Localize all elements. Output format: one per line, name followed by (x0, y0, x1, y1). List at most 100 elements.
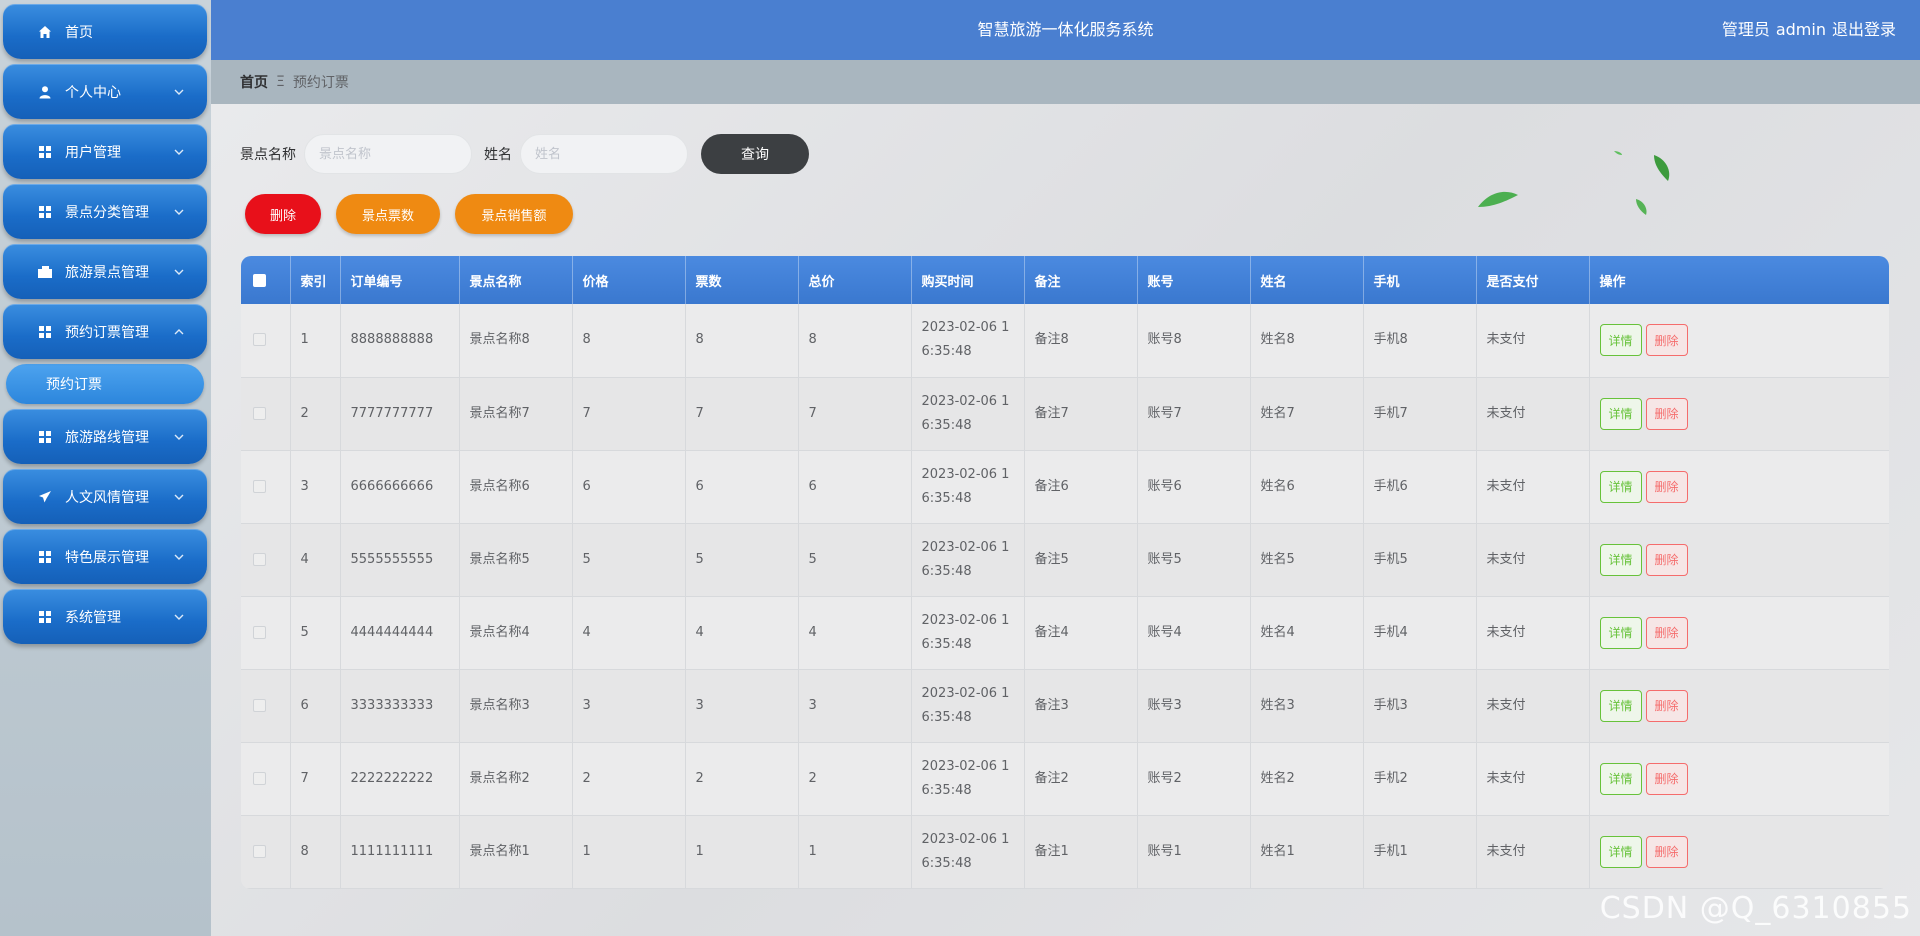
cell-note: 备注5 (1024, 523, 1138, 597)
cell-paid: 未支付 (1476, 596, 1590, 670)
cell-person: 姓名6 (1250, 450, 1364, 524)
row-delete-button[interactable]: 删除 (1645, 689, 1688, 722)
row-select-cell[interactable] (241, 450, 291, 524)
row-delete-button[interactable]: 删除 (1645, 470, 1688, 503)
sidebar-item-label: 用户管理 (65, 144, 121, 161)
row-checkbox[interactable] (253, 406, 266, 420)
sidebar-item-1[interactable]: 个人中心 (3, 64, 207, 119)
row-delete-button[interactable]: 删除 (1645, 397, 1688, 430)
purchase-time: 6:35:48 (921, 782, 972, 798)
row-delete-button[interactable]: 删除 (1645, 616, 1688, 649)
detail-button[interactable]: 详情 (1599, 835, 1642, 868)
row-delete-button[interactable]: 删除 (1645, 762, 1688, 795)
row-delete-button[interactable]: 删除 (1645, 835, 1688, 868)
cell-note: 备注2 (1024, 742, 1138, 816)
row-checkbox[interactable] (253, 552, 266, 566)
query-button[interactable]: 查询 (701, 134, 809, 174)
row-checkbox[interactable] (253, 698, 266, 712)
purchase-time: 6:35:48 (921, 344, 972, 360)
detail-button[interactable]: 详情 (1599, 324, 1642, 357)
detail-button[interactable]: 详情 (1599, 397, 1642, 430)
cell-purchase-time: 2023-02-06 1 6:35:48 (911, 523, 1025, 597)
person-name-input[interactable] (520, 134, 688, 174)
row-select-cell[interactable] (241, 523, 291, 597)
grid-icon (37, 609, 53, 625)
row-actions: 详情 删除 (1589, 742, 1889, 816)
row-checkbox[interactable] (253, 479, 266, 493)
sidebar-item-4[interactable]: 旅游景点管理 (3, 244, 207, 299)
row-select-cell[interactable] (241, 815, 291, 889)
cell-idx: 1 (290, 304, 341, 378)
row-checkbox[interactable] (253, 333, 266, 347)
row-delete-button[interactable]: 删除 (1645, 543, 1688, 576)
sidebar-item-7[interactable]: 人文风情管理 (3, 469, 207, 524)
sidebar-item-0[interactable]: 首页 (3, 4, 207, 59)
cell-purchase-time: 2023-02-06 1 6:35:48 (911, 815, 1025, 889)
select-all-cell[interactable] (241, 256, 291, 304)
cell-count: 4 (685, 596, 799, 670)
chevron-down-icon (174, 614, 184, 620)
cell-count: 6 (685, 450, 799, 524)
detail-button[interactable]: 详情 (1599, 470, 1642, 503)
cell-count: 7 (685, 377, 799, 451)
sidebar-item-3[interactable]: 景点分类管理 (3, 184, 207, 239)
search-label-name: 姓名 (484, 147, 512, 163)
submenu-item-booking[interactable]: 预约订票 (6, 364, 204, 404)
cell-purchase-time: 2023-02-06 1 6:35:48 (911, 304, 1025, 378)
sidebar-item-label: 旅游路线管理 (65, 429, 149, 446)
leaf-decoration (1478, 151, 1670, 215)
cell-name: 景点名称2 (459, 742, 573, 816)
cell-idx: 7 (290, 742, 341, 816)
sales-button[interactable]: 景点销售额 (455, 194, 573, 234)
table-row: 7 2222222222 景点名称2 2 2 2 2023-02-06 1 6:35:48 备注… (241, 742, 1889, 816)
chevron-up-icon (174, 328, 184, 334)
column-header: 手机 (1363, 256, 1477, 304)
purchase-date: 2023-02-06 1 (921, 685, 1010, 701)
row-actions: 详情 删除 (1589, 815, 1889, 889)
sidebar-item-label: 特色展示管理 (65, 549, 149, 566)
detail-button[interactable]: 详情 (1599, 543, 1642, 576)
row-select-cell[interactable] (241, 596, 291, 670)
cell-idx: 6 (290, 669, 341, 743)
row-select-cell[interactable] (241, 669, 291, 743)
sidebar-item-8[interactable]: 特色展示管理 (3, 529, 207, 584)
sidebar-item-9[interactable]: 系统管理 (3, 589, 207, 644)
main-content: 景点名称 姓名 查询 删除 景点票数 景点销售额 索引订单编号景点名称价格票数总… (211, 104, 1920, 936)
logout-link[interactable]: 退出登录 (1832, 20, 1896, 39)
cell-person: 姓名8 (1250, 304, 1364, 378)
batch-delete-button[interactable]: 删除 (245, 194, 321, 234)
select-all-checkbox[interactable] (253, 273, 266, 287)
attraction-name-input[interactable] (304, 134, 472, 174)
sidebar-item-2[interactable]: 用户管理 (3, 124, 207, 179)
cell-account: 账号2 (1137, 742, 1251, 816)
row-checkbox[interactable] (253, 625, 266, 639)
row-select-cell[interactable] (241, 742, 291, 816)
breadcrumb-home[interactable]: 首页 (240, 72, 268, 92)
ticket-count-button[interactable]: 景点票数 (336, 194, 440, 234)
table-row: 8 1111111111 景点名称1 1 1 1 2023-02-06 1 6:35:48 备注… (241, 815, 1889, 889)
table-row: 3 6666666666 景点名称6 6 6 6 2023-02-06 1 6:35:48 备注… (241, 450, 1889, 524)
purchase-date: 2023-02-06 1 (921, 393, 1010, 409)
row-select-cell[interactable] (241, 377, 291, 451)
chevron-down-icon (174, 434, 184, 440)
detail-button[interactable]: 详情 (1599, 689, 1642, 722)
detail-button[interactable]: 详情 (1599, 616, 1642, 649)
table-header-row: 索引 订单编号 景点名称 价格 票数 总价 购买时间 备注 账号 姓名 手机 是否支付 操作 (241, 256, 1889, 304)
row-checkbox[interactable] (253, 844, 266, 858)
row-select-cell[interactable] (241, 304, 291, 378)
sidebar-item-6[interactable]: 旅游路线管理 (3, 409, 207, 464)
grid-icon (37, 204, 53, 220)
cell-account: 账号4 (1137, 596, 1251, 670)
row-checkbox[interactable] (253, 771, 266, 785)
app-title: 智慧旅游一体化服务系统 (977, 20, 1154, 39)
cell-order: 2222222222 (340, 742, 460, 816)
cell-total: 4 (798, 596, 912, 670)
column-header: 索引 (290, 256, 341, 304)
cell-name: 景点名称4 (459, 596, 573, 670)
grid-icon (37, 144, 53, 160)
row-actions: 详情 删除 (1589, 450, 1889, 524)
sidebar-item-5[interactable]: 预约订票管理 (3, 304, 207, 359)
cell-price: 3 (572, 669, 686, 743)
row-delete-button[interactable]: 删除 (1645, 324, 1688, 357)
detail-button[interactable]: 详情 (1599, 762, 1642, 795)
